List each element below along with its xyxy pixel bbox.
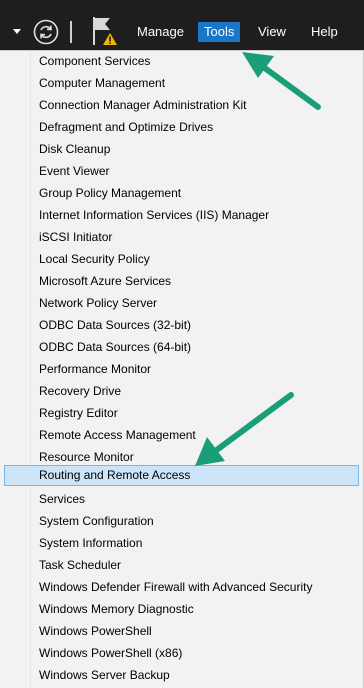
notifications-flag-icon[interactable] [90,15,120,47]
menu-item-recovery-drive[interactable]: Recovery Drive [4,381,359,402]
menu-item-event-viewer[interactable]: Event Viewer [4,161,359,182]
menu-bar: Manage Tools View Help [0,0,364,50]
menu-item-remote-access-management[interactable]: Remote Access Management [4,425,359,446]
menu-item-windows-memory-diagnostic[interactable]: Windows Memory Diagnostic [4,599,359,620]
menu-item-odbc-64bit[interactable]: ODBC Data Sources (64-bit) [4,337,359,358]
menu-item-windows-defender-firewall[interactable]: Windows Defender Firewall with Advanced … [4,577,359,598]
menu-item-services[interactable]: Services [4,489,359,510]
menu-tools[interactable]: Tools [198,22,241,42]
menu-item-registry-editor[interactable]: Registry Editor [4,403,359,424]
menu-item-microsoft-azure-services[interactable]: Microsoft Azure Services [4,271,359,292]
menu-item-system-information[interactable]: System Information [4,533,359,554]
refresh-icon[interactable] [33,19,59,45]
menu-item-iscsi-initiator[interactable]: iSCSI Initiator [4,227,359,248]
toolbar-separator [70,21,72,43]
menu-item-disk-cleanup[interactable]: Disk Cleanup [4,139,359,160]
tools-dropdown-menu: Component Services Computer Management C… [0,50,364,688]
menu-item-windows-powershell[interactable]: Windows PowerShell [4,621,359,642]
menu-manage[interactable]: Manage [131,22,190,42]
menu-help[interactable]: Help [305,22,344,42]
menu-item-odbc-32bit[interactable]: ODBC Data Sources (32-bit) [4,315,359,336]
menu-item-computer-management[interactable]: Computer Management [4,73,359,94]
menu-item-network-policy-server[interactable]: Network Policy Server [4,293,359,314]
menu-item-local-security-policy[interactable]: Local Security Policy [4,249,359,270]
menu-item-component-services[interactable]: Component Services [4,51,359,72]
menu-view[interactable]: View [252,22,292,42]
menu-item-windows-server-backup[interactable]: Windows Server Backup [4,665,359,686]
menu-item-system-configuration[interactable]: System Configuration [4,511,359,532]
menu-item-performance-monitor[interactable]: Performance Monitor [4,359,359,380]
dropdown-arrow-icon[interactable] [13,29,21,34]
menu-item-windows-powershell-x86[interactable]: Windows PowerShell (x86) [4,643,359,664]
menu-item-task-scheduler[interactable]: Task Scheduler [4,555,359,576]
menu-item-group-policy-management[interactable]: Group Policy Management [4,183,359,204]
menu-item-connection-manager-admin-kit[interactable]: Connection Manager Administration Kit [4,95,359,116]
menu-item-defragment-optimize-drives[interactable]: Defragment and Optimize Drives [4,117,359,138]
menu-item-iis-manager[interactable]: Internet Information Services (IIS) Mana… [4,205,359,226]
menu-item-routing-remote-access[interactable]: Routing and Remote Access [4,465,359,486]
